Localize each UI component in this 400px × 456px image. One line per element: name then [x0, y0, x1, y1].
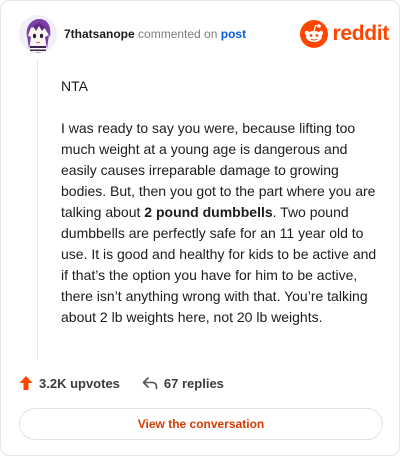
comment-paragraph-1: NTA [61, 78, 88, 94]
upvote-arrow-icon [19, 375, 33, 391]
comment-bold-text: 2 pound dumbbells [144, 204, 273, 220]
post-link[interactable]: post [221, 27, 246, 41]
comment-paragraph-2: I was ready to say you were, because lif… [61, 118, 379, 328]
avatar-icon [19, 15, 57, 53]
username-link[interactable]: 7thatsanope [64, 27, 135, 41]
user-avatar[interactable] [19, 15, 57, 53]
reply-count: 67 replies [163, 375, 224, 391]
comment-header: 7thatsanope commented on post reddit [19, 15, 389, 55]
replies-button[interactable]: 67 replies [142, 376, 224, 391]
comment-body: NTA I was ready to say you were, because… [61, 76, 379, 349]
reddit-snoo-icon [300, 20, 329, 48]
upvote-count: 3.2K upvotes [39, 375, 120, 391]
reddit-brand[interactable]: reddit [300, 19, 389, 49]
comment-text: . Two pound dumbbells are perfectly safe… [61, 204, 377, 325]
thread-line [37, 59, 38, 359]
upvote-button[interactable]: 3.2K upvotes [19, 375, 120, 391]
view-conversation-button[interactable]: View the conversation [19, 408, 383, 440]
reddit-wordmark: reddit [332, 22, 389, 45]
comment-meta: 7thatsanope commented on post [64, 27, 246, 41]
comment-card: 7thatsanope commented on post reddit NTA… [0, 0, 400, 456]
comment-actions: 3.2K upvotes 67 replies [19, 373, 224, 393]
commented-on-text: commented on [134, 27, 221, 41]
reply-arrow-icon [142, 376, 158, 390]
